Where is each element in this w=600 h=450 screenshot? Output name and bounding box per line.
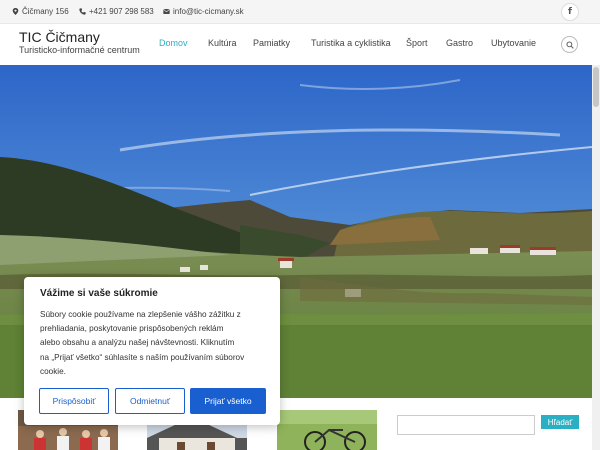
cookie-reject-button[interactable]: Odmietnuť: [115, 388, 185, 414]
top-contact-bar: Čičmany 156 +421 907 298 583 info@tic-ci…: [0, 0, 600, 24]
phone-icon: [79, 8, 86, 15]
address-item: Čičmany 156: [12, 7, 69, 16]
nav-item-turistika[interactable]: Turistika a cyklistika: [311, 38, 391, 48]
nav-item-ubytovanie[interactable]: Ubytovanie: [491, 38, 536, 48]
nav-item-sport[interactable]: Šport: [406, 38, 428, 48]
cookie-text-line: na „Prijať všetko“ súhlasíte s naším pou…: [40, 352, 245, 362]
email-item[interactable]: info@tic-cicmany.sk: [163, 7, 244, 16]
cookie-text-line: prehliadania, poskytovanie prispôsobenýc…: [40, 324, 224, 334]
phone-text[interactable]: +421 907 298 583: [89, 7, 154, 16]
nav-item-kultura[interactable]: Kultúra: [208, 38, 237, 48]
cookie-text-line: cookie.: [40, 366, 66, 376]
card-image-bike[interactable]: [277, 410, 377, 450]
nav-item-pamiatky[interactable]: Pamiatky: [253, 38, 290, 48]
facebook-button[interactable]: f: [561, 3, 579, 21]
cookie-text-line: Súbory cookie používame na zlepšenie váš…: [40, 310, 241, 319]
cookie-customize-button[interactable]: Prispôsobiť: [39, 388, 109, 414]
nav-item-gastro[interactable]: Gastro: [446, 38, 473, 48]
header-search-button[interactable]: [561, 36, 578, 53]
cookie-text: Súbory cookie používame na zlepšenie váš…: [40, 308, 270, 379]
nav-item-domov[interactable]: Domov: [159, 38, 188, 48]
scrollbar-thumb[interactable]: [593, 67, 599, 107]
page-scrollbar[interactable]: [592, 65, 600, 450]
search-icon: [565, 40, 574, 49]
cookie-title: Vážime si vaše súkromie: [40, 288, 158, 299]
phone-item[interactable]: +421 907 298 583: [79, 7, 154, 16]
email-text[interactable]: info@tic-cicmany.sk: [173, 7, 244, 16]
cookie-accept-button[interactable]: Prijať všetko: [190, 388, 266, 414]
site-header: TIC Čičmany Turisticko-informačné centru…: [0, 24, 600, 65]
cookie-consent-dialog: Vážime si vaše súkromie Súbory cookie po…: [24, 277, 280, 425]
sidebar-search-button[interactable]: Hľadať: [541, 415, 579, 429]
sidebar-search-input[interactable]: [397, 415, 535, 435]
site-title[interactable]: TIC Čičmany: [19, 29, 100, 45]
address-text: Čičmany 156: [22, 7, 69, 16]
cookie-text-line: alebo obsahu a analýzu našej návštevnost…: [40, 338, 235, 348]
map-marker-icon: [12, 8, 19, 15]
site-subtitle: Turisticko-informačné centrum: [19, 45, 140, 55]
envelope-icon: [163, 9, 170, 14]
facebook-icon: f: [568, 7, 572, 17]
